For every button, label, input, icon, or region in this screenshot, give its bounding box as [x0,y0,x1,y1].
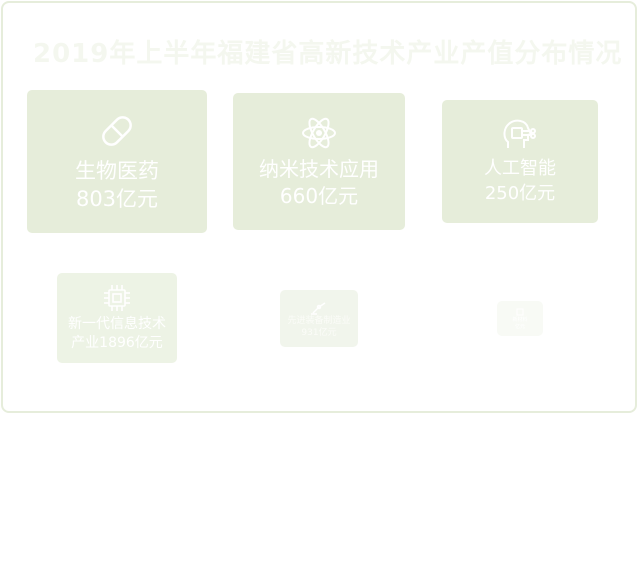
tile-value: 803亿元 [75,186,159,211]
atom-icon [300,114,338,152]
chip-icon [102,283,132,313]
capsule-icon [97,111,137,151]
tile-value: 250亿元 [484,182,556,204]
tile-value: 931亿元 [301,327,337,338]
tile-label: 纳米技术应用 [259,156,379,181]
ai-head-icon [500,118,540,154]
tile-label: 人工智能 [484,157,556,179]
tile-ai[interactable]: 人工智能 250亿元 [442,100,598,223]
tile-new-materials[interactable]: 新材料 亿元 [497,301,543,336]
tile-value: 产业1896亿元 [71,335,163,351]
tile-biomedicine[interactable]: 生物医药 803亿元 [27,90,207,233]
tile-label: 新材料 [512,316,528,323]
material-icon [515,307,525,317]
tile-nanotech[interactable]: 纳米技术应用 660亿元 [233,93,405,230]
panel-title: 2019年上半年福建省高新技术产业产值分布情况 [33,39,623,69]
tile-next-gen-it[interactable]: 新一代信息技术 产业1896亿元 [57,273,177,363]
tile-value: 660亿元 [279,183,359,208]
tile-advanced-equipment[interactable]: 先进装备制造业 931亿元 [280,290,358,347]
tile-label: 新一代信息技术 [68,316,166,332]
robot-arm-icon [310,299,328,315]
tile-label: 生物医药 [75,158,159,183]
tile-label: 先进装备制造业 [287,315,351,326]
tile-value: 亿元 [514,323,525,330]
